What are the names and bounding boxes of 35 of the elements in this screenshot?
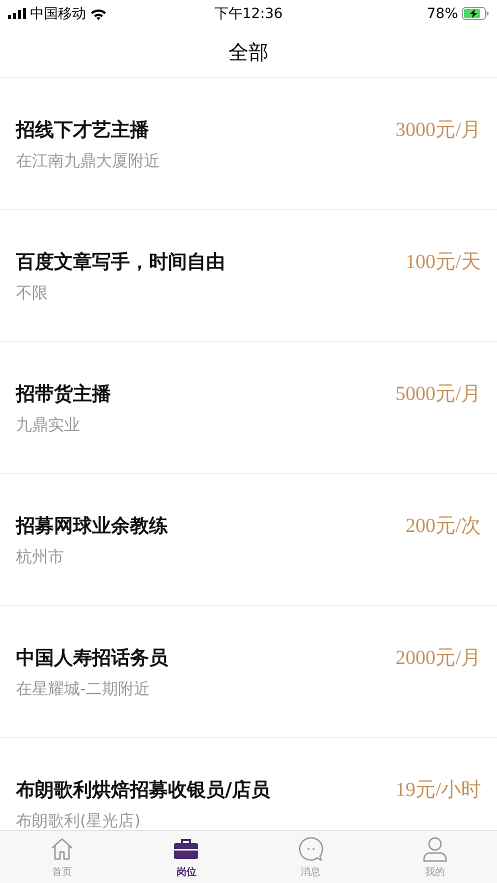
home-icon xyxy=(49,836,76,862)
battery-percent: 78% xyxy=(426,6,458,22)
job-location: 在星耀城-二期附近 xyxy=(16,679,151,700)
carrier-name: 中国移动 xyxy=(30,4,86,22)
job-location: 在江南九鼎大厦附近 xyxy=(16,151,161,172)
job-listing[interactable]: 招募网球业余教练 200元/次 杭州市 xyxy=(0,474,497,606)
job-title: 招募网球业余教练 xyxy=(16,514,168,538)
job-salary: 100元/天 xyxy=(405,250,481,275)
tab-item[interactable]: 岗位 xyxy=(124,831,248,883)
job-title: 招带货主播 xyxy=(16,382,111,406)
status-time: 下午12:36 xyxy=(214,4,283,22)
job-salary: 5000元/月 xyxy=(395,382,481,407)
chat-bubble-icon xyxy=(298,836,324,862)
job-salary: 200元/次 xyxy=(405,514,481,539)
job-location: 布朗歌利(星光店) xyxy=(16,811,142,830)
person-icon xyxy=(422,836,448,862)
job-location: 杭州市 xyxy=(16,547,65,568)
job-location: 不限 xyxy=(16,283,49,304)
job-salary: 3000元/月 xyxy=(395,118,481,143)
job-salary: 19元/小时 xyxy=(395,778,481,803)
page-title: 全部 xyxy=(228,38,268,66)
job-title: 招线下才艺主播 xyxy=(16,118,149,142)
job-title: 中国人寿招话务员 xyxy=(16,646,168,670)
signal-icon xyxy=(8,8,26,19)
job-listing[interactable]: 招带货主播 5000元/月 九鼎实业 xyxy=(0,342,497,474)
job-title: 百度文章写手，时间自由 xyxy=(16,250,225,274)
job-listing[interactable]: 招线下才艺主播 3000元/月 在江南九鼎大厦附近 xyxy=(0,78,497,210)
job-location: 九鼎实业 xyxy=(16,415,81,436)
job-title: 布朗歌利烘焙招募收银员/店员 xyxy=(16,778,270,802)
job-listing[interactable]: 中国人寿招话务员 2000元/月 在星耀城-二期附近 xyxy=(0,606,497,738)
job-listing[interactable]: 百度文章写手，时间自由 100元/天 不限 xyxy=(0,210,497,342)
battery-charging-icon xyxy=(462,7,489,20)
job-salary: 2000元/月 xyxy=(395,646,481,671)
wifi-icon xyxy=(90,8,107,20)
job-listing[interactable]: 布朗歌利烘焙招募收银员/店员 19元/小时 布朗歌利(星光店) xyxy=(0,738,497,830)
